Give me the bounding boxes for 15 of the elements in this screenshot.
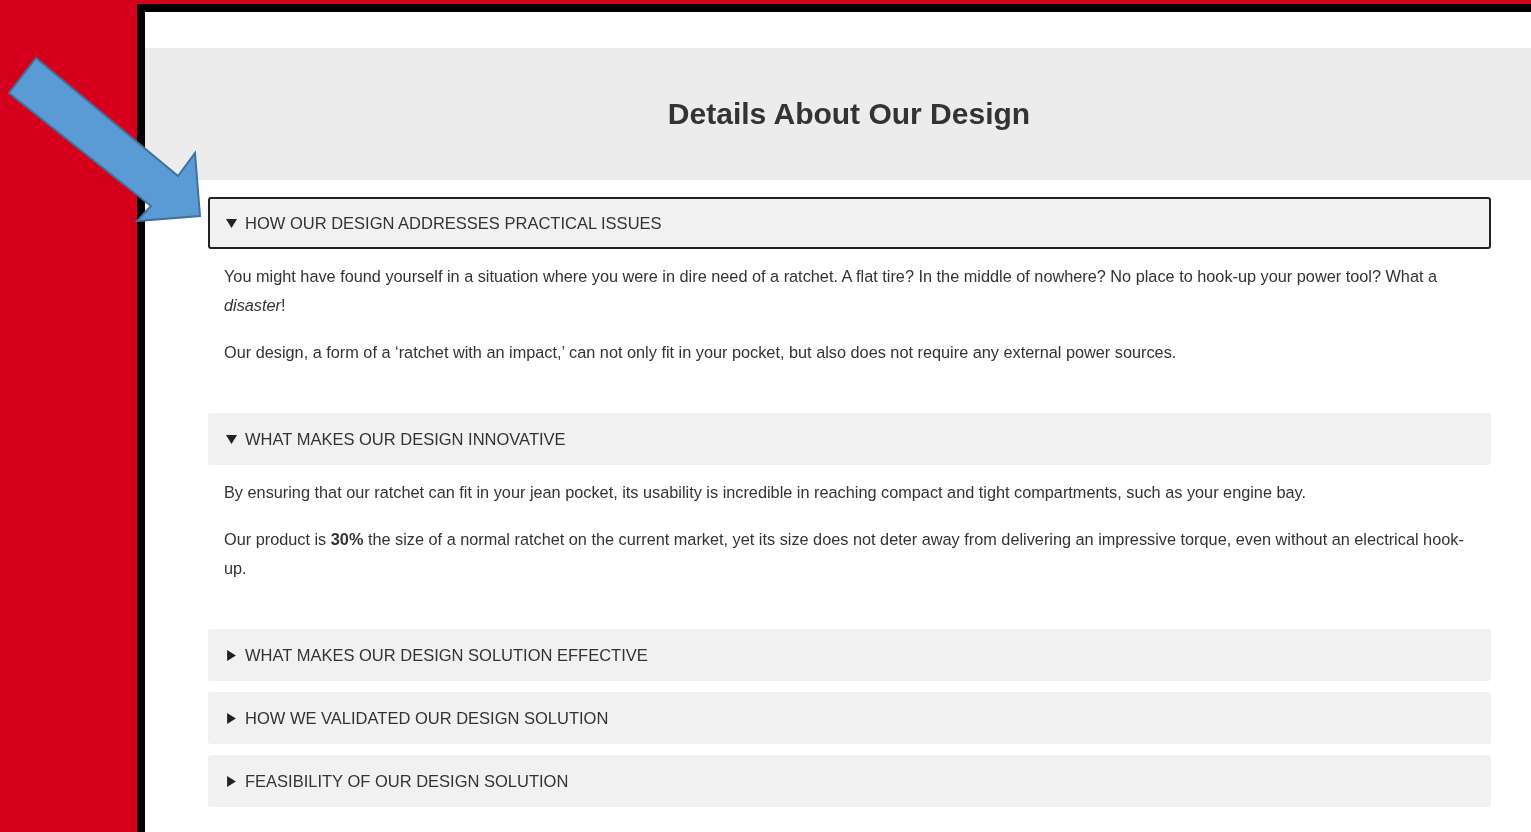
- caret-right-icon: [226, 649, 237, 661]
- paragraph: Our product is 30% the size of a normal ratchet on the current market, yet its size does not deter away from delivering an impressive torque, even without an electrical hook-up.: [224, 529, 1465, 579]
- accordion-header[interactable]: HOW WE VALIDATED OUR DESIGN SOLUTION: [208, 692, 1491, 744]
- accordion-header[interactable]: WHAT MAKES OUR DESIGN SOLUTION EFFECTIVE: [208, 629, 1491, 681]
- page-title: Details About Our Design: [667, 97, 1031, 131]
- paragraph: You might have found yourself in a situation where you were in dire need of a ratchet. A flat tire? In the middle of nowhere? No place to hook-up your power tool? What a disaster!: [224, 266, 1439, 316]
- caret-right-icon: [226, 712, 237, 724]
- caret-right-icon: [226, 775, 237, 787]
- paragraph: Our design, a form of a ‘ratchet with an impact,’ can not only fit in your pocket, but also does not require any external power sources.: [224, 342, 1178, 363]
- accordion-header[interactable]: HOW OUR DESIGN ADDRESSES PRACTICAL ISSUES: [208, 197, 1491, 249]
- accordion-header[interactable]: WHAT MAKES OUR DESIGN INNOVATIVE: [208, 413, 1491, 465]
- caret-down-icon: [226, 217, 237, 229]
- caret-down-icon: [226, 433, 237, 445]
- accordion-header[interactable]: FEASIBILITY OF OUR DESIGN SOLUTION: [208, 755, 1491, 807]
- paragraph: By ensuring that our ratchet can fit in your jean pocket, its usability is incredible in reaching compact and tight compartments, such as your engine bay.: [224, 482, 1308, 503]
